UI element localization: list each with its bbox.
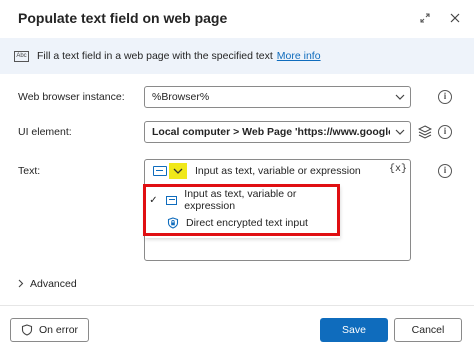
chevron-right-icon: [18, 279, 24, 290]
input-mode-dropdown: ✓ Input as text, variable or expression …: [145, 186, 340, 238]
dropdown-option-encrypted-input[interactable]: Direct encrypted text input: [145, 212, 340, 234]
option-label: Direct encrypted text input: [186, 217, 308, 229]
chevron-down-icon: [390, 129, 410, 135]
text-info-icon[interactable]: i: [438, 164, 452, 178]
text-field-doc-icon: Abc: [14, 50, 29, 62]
action-description: Fill a text field in a web page with the…: [37, 50, 273, 62]
dialog-title: Populate text field on web page: [18, 10, 228, 26]
cancel-button[interactable]: Cancel: [394, 318, 462, 342]
shield-icon: [21, 324, 33, 336]
checkmark-icon: ✓: [149, 194, 158, 206]
dropdown-option-text-input[interactable]: ✓ Input as text, variable or expression: [145, 188, 340, 212]
advanced-toggle[interactable]: Advanced: [18, 278, 77, 290]
footer-divider: [0, 305, 474, 306]
browser-label: Web browser instance:: [18, 91, 125, 103]
text-placeholder: Input as text, variable or expression: [195, 165, 361, 177]
save-button[interactable]: Save: [320, 318, 388, 342]
ui-element-label: UI element:: [18, 126, 72, 138]
text-input-mode-icon: [153, 166, 167, 176]
layers-icon[interactable]: [417, 125, 433, 139]
text-label: Text:: [18, 165, 41, 177]
browser-value: %Browser%: [152, 91, 210, 103]
browser-info-icon[interactable]: i: [438, 90, 452, 104]
more-info-link[interactable]: More info: [277, 50, 321, 62]
input-mode-dropdown-button[interactable]: [169, 163, 187, 179]
text-input-mode-icon: [165, 195, 178, 205]
on-error-button[interactable]: On error: [10, 318, 89, 342]
option-label: Input as text, variable or expression: [184, 188, 297, 212]
advanced-label: Advanced: [30, 278, 77, 290]
expand-icon[interactable]: [416, 9, 434, 27]
browser-select[interactable]: %Browser%: [144, 86, 411, 108]
ui-element-value: Local computer > Web Page 'https://www.g…: [152, 126, 390, 138]
variable-picker-button[interactable]: {x}: [389, 164, 407, 175]
info-banner: Abc Fill a text field in a web page with…: [0, 38, 474, 74]
ui-element-info-icon[interactable]: i: [438, 125, 452, 139]
chevron-down-icon: [390, 94, 410, 100]
on-error-label: On error: [38, 324, 79, 336]
shield-lock-icon: [167, 217, 179, 229]
ui-element-select[interactable]: Local computer > Web Page 'https://www.g…: [144, 121, 411, 143]
close-icon[interactable]: [446, 9, 464, 27]
